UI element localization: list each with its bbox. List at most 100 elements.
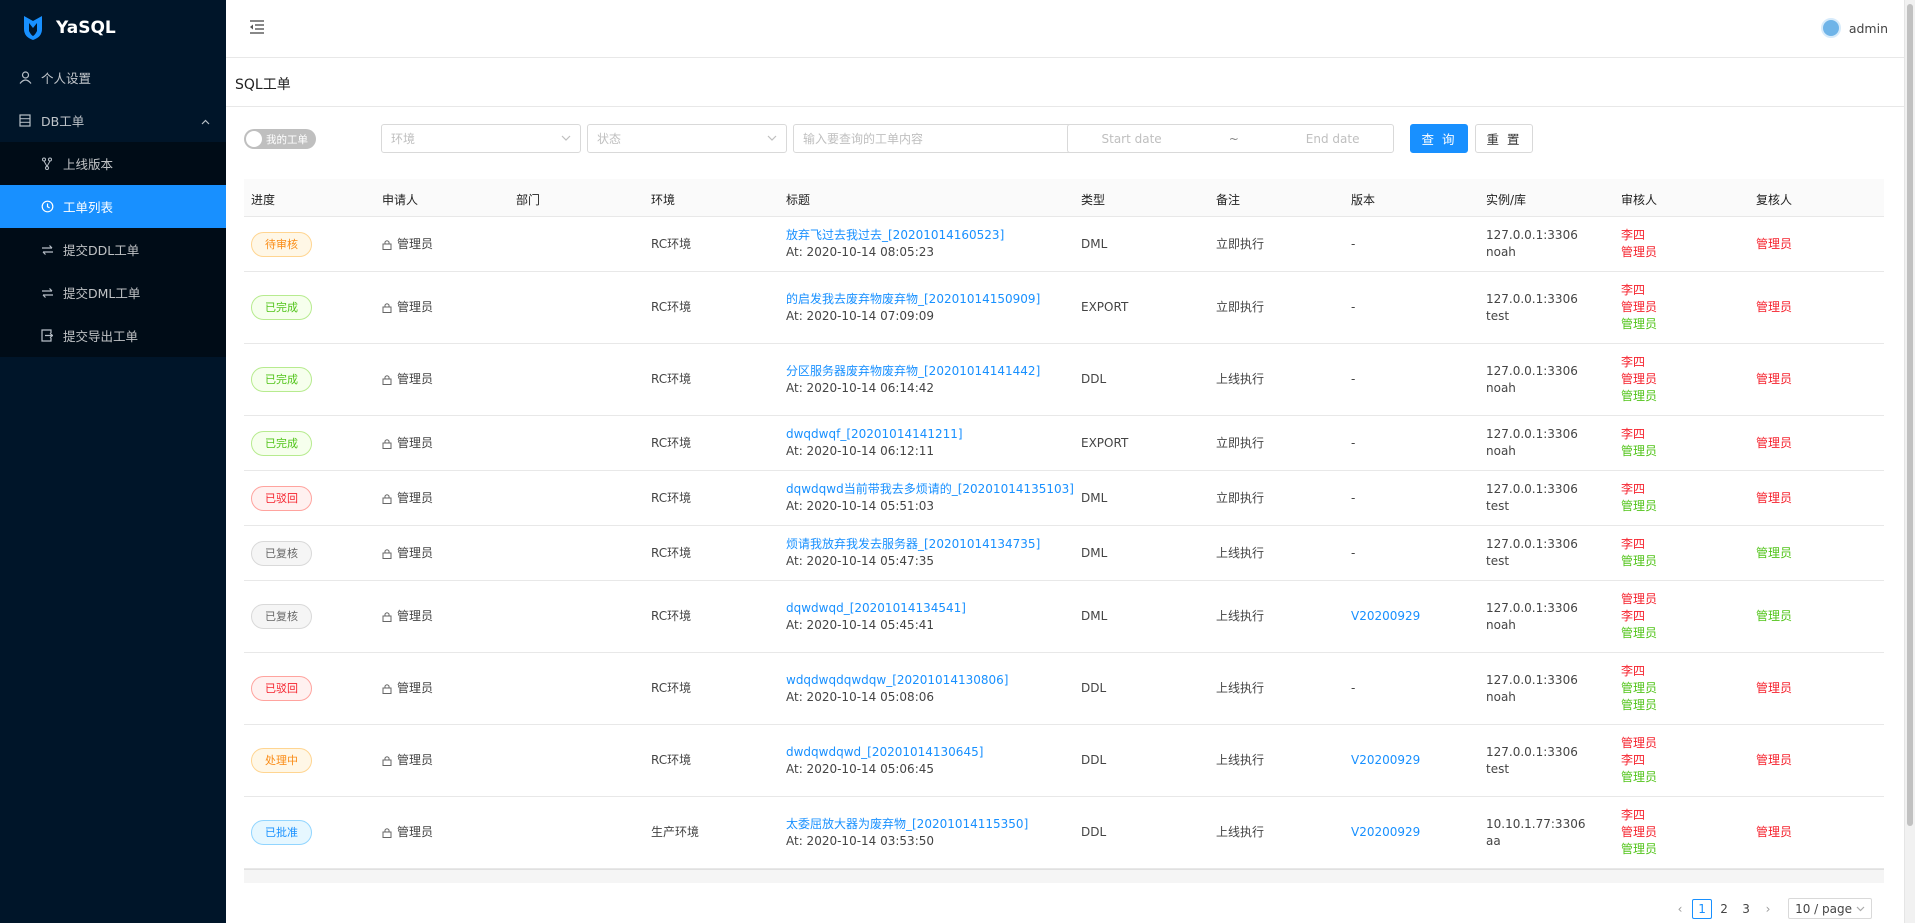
auditor-cell: 李四 管理员 管理员 [1621,653,1657,724]
version-link[interactable]: V20200929 [1351,608,1420,625]
scrollbar-thumb[interactable] [1907,4,1913,826]
toggle-label: 我的工单 [266,134,308,146]
type-cell: DDL [1081,797,1106,868]
order-title-link[interactable]: 太委屈放大器为废弃物_[20201014115350] [786,816,1028,833]
version-link[interactable]: V20200929 [1351,752,1420,769]
instance-cell: 127.0.0.1:3306 test [1486,272,1578,343]
table-row[interactable]: 已完成 管理员 RC环境 dwqdwqf_[20201014141211] At: 20… [244,416,1884,471]
table-horizontal-scrollbar[interactable] [244,869,1884,883]
table-row[interactable]: 已完成 管理员 RC环境 的启发我去废弃物废弃物_[20201014150909] At… [244,272,1884,344]
title-cell: 的启发我去废弃物废弃物_[20201014150909] At: 2020-10-… [786,272,1040,343]
instance-cell: 127.0.0.1:3306 noah [1486,581,1578,652]
menu-fold-icon[interactable] [248,18,266,36]
page-2[interactable]: 2 [1714,899,1734,919]
table-row[interactable]: 已完成 管理员 RC环境 分区服务器废弃物废弃物_[20201014141442] At… [244,344,1884,416]
date-range-picker[interactable]: Start date ~ End date [1067,124,1394,153]
status-select[interactable]: 状态 [587,124,787,153]
env-select[interactable]: 环境 [381,124,581,153]
lock-icon [382,438,392,449]
db-orders-submenu: 上线版本 工单列表 提交DDL工单 提交DML工单 提交导出工单 [0,142,226,357]
end-date-input[interactable]: End date [1306,132,1360,146]
sidebar: YaSQL 个人设置 DB工单 上线版本 工单列表 提交DDL工单 提交DML工… [0,0,226,923]
order-title-link[interactable]: dwdqwdqwd_[20201014130645] [786,744,983,761]
menu-submit-ddl[interactable]: 提交DDL工单 [0,228,226,271]
instance-cell: 127.0.0.1:3306 noah [1486,653,1578,724]
order-title-link[interactable]: dwqdwqf_[20201014141211] [786,426,963,443]
page-3[interactable]: 3 [1736,899,1756,919]
order-title-link[interactable]: 烦请我放弃我发去服务器_[20201014134735] [786,536,1040,553]
order-title-link[interactable]: 放弃飞过去我过去_[20201014160523] [786,227,1004,244]
table-row[interactable]: 处理中 管理员 RC环境 dwdqwdqwd_[20201014130645] At: … [244,725,1884,797]
version-link: - [1351,435,1356,450]
reviewer-cell: 管理员 [1756,217,1792,271]
order-title-link[interactable]: 分区服务器废弃物废弃物_[20201014141442] [786,363,1040,380]
order-title-link[interactable]: 的启发我去废弃物废弃物_[20201014150909] [786,291,1040,308]
status-badge: 待审核 [251,231,312,257]
auditor-name: 管理员 [1621,554,1658,568]
instance-host: 127.0.0.1:3306 [1486,600,1578,615]
page-1[interactable]: 1 [1692,898,1713,919]
table-row[interactable]: 已复核 管理员 RC环境 烦请我放弃我发去服务器_[20201014134735] At… [244,526,1884,581]
status-badge: 已完成 [251,367,312,392]
start-date-input[interactable]: Start date [1102,132,1162,146]
lock-icon [382,239,392,250]
lock-icon [382,493,392,504]
title-cell: dqwdqwd当前带我去多烦请的_[20201014135103] At: 202… [786,471,1074,525]
date-separator: ~ [1228,131,1239,146]
order-type: DML [1081,545,1108,560]
applicant-name: 管理员 [397,681,434,695]
table-body: 待审核 管理员 RC环境 放弃飞过去我过去_[20201014160523] At: 2… [244,217,1884,869]
auditor-name: 管理员 [1621,245,1658,259]
table-row[interactable]: 已驳回 管理员 RC环境 dqwdqwd当前带我去多烦请的_[202010141351… [244,471,1884,526]
instance-db: noah [1486,380,1516,395]
table-row[interactable]: 已复核 管理员 RC环境 dqwdwqd_[20201014134541] At: 20… [244,581,1884,653]
type-cell: DML [1081,581,1107,652]
order-type: EXPORT [1081,300,1129,314]
lock-icon [382,548,392,559]
table-row[interactable]: 已批准 管理员 生产环境 太委屈放大器为废弃物_[20201014115350] At:… [244,797,1884,869]
menu-order-list[interactable]: 工单列表 [0,185,226,228]
search-input[interactable]: 输入要查询的工单内容 [793,124,1086,153]
auditor-name: 管理员 [1621,736,1658,750]
swap-icon [40,286,54,300]
env-name: 生产环境 [651,825,700,839]
next-page-button[interactable]: › [1758,899,1778,919]
prev-page-button[interactable]: ‹ [1670,899,1690,919]
order-time: At: 2020-10-14 06:14:42 [786,380,935,395]
instance-cell: 127.0.0.1:3306 test [1486,526,1578,580]
search-placeholder: 输入要查询的工单内容 [803,132,924,146]
menu-release-versions[interactable]: 上线版本 [0,142,226,185]
menu-submit-dml[interactable]: 提交DML工单 [0,271,226,314]
table-row[interactable]: 待审核 管理员 RC环境 放弃飞过去我过去_[20201014160523] At: 2… [244,217,1884,272]
order-title-link[interactable]: wdqdwqdqwdqw_[20201014130806] [786,672,1008,689]
progress-cell: 已驳回 [251,653,312,724]
order-type: DML [1081,490,1108,505]
reviewer-name: 管理员 [1756,435,1793,450]
order-time: At: 2020-10-14 03:53:50 [786,833,935,848]
order-title-link[interactable]: dqwdqwd当前带我去多烦请的_[20201014135103] [786,481,1074,498]
remark-cell: 上线执行 [1216,797,1264,868]
app-name: YaSQL [56,18,116,38]
instance-host: 127.0.0.1:3306 [1486,537,1578,551]
query-button[interactable]: 查 询 [1410,124,1468,153]
applicant-cell: 管理员 [382,471,433,525]
table-row[interactable]: 已驳回 管理员 RC环境 wdqdwqdqwdqw_[20201014130806] A… [244,653,1884,725]
progress-cell: 处理中 [251,725,312,796]
order-type: DML [1081,609,1108,623]
reset-button[interactable]: 重 置 [1475,124,1533,153]
page-size-select[interactable]: 10 / page [1788,898,1872,919]
env-cell: RC环境 [651,217,691,271]
my-orders-toggle[interactable]: 我的工单 [244,129,316,149]
app-logo[interactable]: YaSQL [0,0,226,56]
auditor-name: 管理员 [1621,698,1658,712]
menu-db-orders[interactable]: DB工单 [0,99,226,142]
version-link: - [1351,372,1356,386]
version-link[interactable]: V20200929 [1351,824,1420,841]
applicant-cell: 管理员 [382,581,433,652]
order-title-link[interactable]: dqwdwqd_[20201014134541] [786,600,966,617]
user-menu[interactable]: admin [1820,18,1888,38]
export-icon [40,329,54,343]
menu-submit-export[interactable]: 提交导出工单 [0,314,226,357]
page-scrollbar[interactable] [1904,0,1915,923]
menu-personal-settings[interactable]: 个人设置 [0,56,226,99]
